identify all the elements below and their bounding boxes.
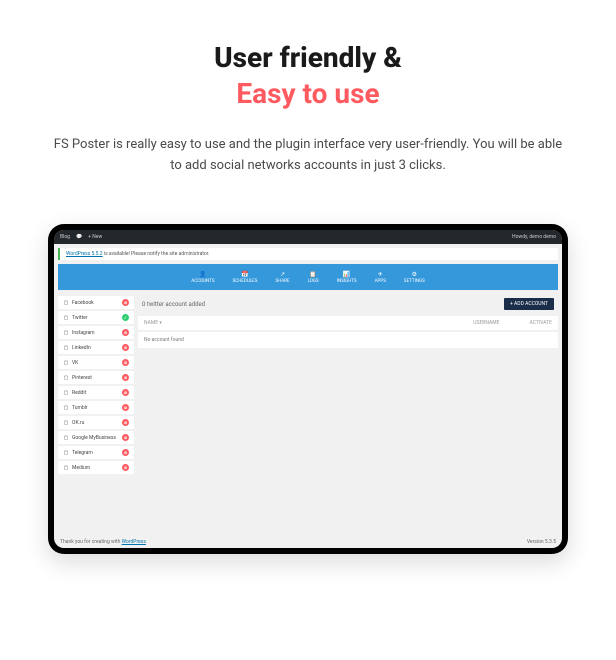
sidebar-item-vk[interactable]: ▢VK ⊘	[58, 356, 134, 369]
tablet-frame: Blog 💬 + New Howdy, demo demo WordPress …	[48, 224, 568, 554]
sidebar-item-linkedin[interactable]: ▢LinkedIn ⊘	[58, 341, 134, 354]
network-icon: ▢	[63, 330, 69, 336]
network-name: VK	[72, 360, 78, 366]
hero-title-line1: User friendly &	[214, 41, 402, 74]
wp-howdy[interactable]: Howdy, demo demo	[512, 234, 556, 240]
status-badge: ⊘	[122, 464, 129, 471]
status-badge: ✓	[122, 314, 129, 321]
nav-item-insights[interactable]: 📊INSIGHTS	[337, 270, 357, 284]
accounts-empty-row: No account found	[138, 332, 558, 348]
nav-item-logs[interactable]: 📋LOGS	[308, 270, 319, 284]
network-icon: ▢	[63, 420, 69, 426]
network-name: OK.ru	[72, 420, 84, 426]
wp-blog-link[interactable]: Blog	[60, 234, 70, 240]
sidebar-item-googlemybusiness[interactable]: ▢Google MyBusiness ⊘	[58, 431, 134, 444]
hero-title: User friendly & Easy to use	[30, 40, 586, 113]
network-icon: ▢	[63, 345, 69, 351]
nav-label: APPS	[375, 279, 386, 284]
status-badge: ⊘	[122, 374, 129, 381]
status-badge: ⊘	[122, 434, 129, 441]
status-badge: ⊘	[122, 449, 129, 456]
hero-title-line2: Easy to use	[30, 76, 586, 112]
network-icon: ▢	[63, 465, 69, 471]
nav-icon: ⚙	[410, 270, 418, 278]
sidebar-item-pinterest[interactable]: ▢Pinterest ⊘	[58, 371, 134, 384]
wp-comments-icon[interactable]: 💬	[76, 234, 82, 240]
status-badge: ⊘	[122, 389, 129, 396]
network-icon: ▢	[63, 315, 69, 321]
network-name: Tumblr	[72, 405, 88, 411]
network-name: Twitter	[72, 315, 87, 321]
network-icon: ▢	[63, 390, 69, 396]
add-account-button[interactable]: + ADD ACCOUNT	[504, 298, 554, 310]
nav-item-accounts[interactable]: 👤ACCOUNTS	[191, 270, 214, 284]
accounts-count-heading: 0 twitter account added	[142, 301, 205, 308]
nav-item-settings[interactable]: ⚙SETTINGS	[404, 270, 425, 284]
main-area: ▢Facebook⊘▢Twitter✓▢Instagram⊘▢LinkedIn⊘…	[58, 296, 558, 474]
col-username: USERNAME	[473, 320, 499, 326]
network-name: Reddit	[72, 390, 86, 396]
status-badge: ⊘	[122, 329, 129, 336]
network-icon: ▢	[63, 450, 69, 456]
footer-wp-link[interactable]: WordPress	[122, 539, 146, 545]
sidebar-item-instagram[interactable]: ▢Instagram ⊘	[58, 326, 134, 339]
nav-icon: 📅	[241, 270, 249, 278]
nav-icon: 👤	[199, 270, 207, 278]
nav-item-apps[interactable]: ✈APPS	[375, 270, 386, 284]
sidebar-item-medium[interactable]: ▢Medium ⊘	[58, 461, 134, 474]
network-name: LinkedIn	[72, 345, 91, 351]
network-icon: ▢	[63, 360, 69, 366]
nav-label: ACCOUNTS	[191, 279, 214, 284]
status-badge: ⊘	[122, 419, 129, 426]
wp-admin-bar[interactable]: Blog 💬 + New Howdy, demo demo	[54, 230, 562, 244]
nav-icon: ↗	[279, 270, 287, 278]
wp-footer: Thank you for creating with WordPress Ve…	[60, 539, 556, 545]
sidebar-item-okru[interactable]: ▢OK.ru ⊘	[58, 416, 134, 429]
wp-new-link[interactable]: + New	[88, 234, 102, 240]
nav-icon: 📊	[343, 270, 351, 278]
nav-item-share[interactable]: ↗SHARE	[275, 270, 289, 284]
hero-section: User friendly & Easy to use FS Poster is…	[0, 0, 616, 196]
accounts-table-header: NAME ▾ USERNAME ACTIVATE	[138, 316, 558, 330]
nav-item-schedules[interactable]: 📅SCHEDULES	[233, 270, 258, 284]
nav-label: INSIGHTS	[337, 279, 357, 284]
network-name: Google MyBusiness	[72, 435, 116, 441]
sidebar-item-facebook[interactable]: ▢Facebook ⊘	[58, 296, 134, 309]
network-name: Instagram	[72, 330, 95, 336]
app-screen: Blog 💬 + New Howdy, demo demo WordPress …	[54, 230, 562, 548]
accounts-content: 0 twitter account added + ADD ACCOUNT NA…	[138, 296, 558, 474]
wp-notice-text: is available! Please notify the site adm…	[103, 251, 210, 257]
nav-label: SETTINGS	[404, 279, 425, 284]
network-icon: ▢	[63, 405, 69, 411]
nav-icon: 📋	[309, 270, 317, 278]
sidebar-item-telegram[interactable]: ▢Telegram ⊘	[58, 446, 134, 459]
status-badge: ⊘	[122, 344, 129, 351]
col-activate: ACTIVATE	[529, 320, 552, 326]
sidebar-item-twitter[interactable]: ▢Twitter ✓	[58, 311, 134, 324]
sidebar-item-reddit[interactable]: ▢Reddit ⊘	[58, 386, 134, 399]
footer-prefix: Thank you for creating with	[60, 539, 122, 545]
status-badge: ⊘	[122, 359, 129, 366]
network-name: Medium	[72, 465, 90, 471]
col-name[interactable]: NAME ▾	[144, 320, 162, 326]
nav-icon: ✈	[376, 270, 384, 278]
status-badge: ⊘	[122, 299, 129, 306]
wp-notice-link[interactable]: WordPress 5.5.2	[66, 251, 103, 257]
sidebar-item-tumblr[interactable]: ▢Tumblr ⊘	[58, 401, 134, 414]
network-icon: ▢	[63, 375, 69, 381]
network-icon: ▢	[63, 435, 69, 441]
nav-label: LOGS	[308, 279, 319, 284]
hero-description: FS Poster is really easy to use and the …	[30, 135, 586, 177]
network-icon: ▢	[63, 300, 69, 306]
nav-label: SCHEDULES	[233, 279, 258, 284]
plugin-nav: 👤ACCOUNTS 📅SCHEDULES ↗SHARE 📋LOGS 📊INSIGHTS ✈…	[58, 264, 558, 290]
networks-sidebar: ▢Facebook⊘▢Twitter✓▢Instagram⊘▢LinkedIn⊘…	[58, 296, 134, 474]
network-name: Facebook	[72, 300, 94, 306]
network-name: Telegram	[72, 450, 93, 456]
nav-label: SHARE	[275, 279, 289, 284]
wp-update-notice: WordPress 5.5.2 is available! Please not…	[58, 248, 558, 260]
footer-version: Version 5.3.5	[527, 539, 556, 545]
network-name: Pinterest	[72, 375, 92, 381]
status-badge: ⊘	[122, 404, 129, 411]
